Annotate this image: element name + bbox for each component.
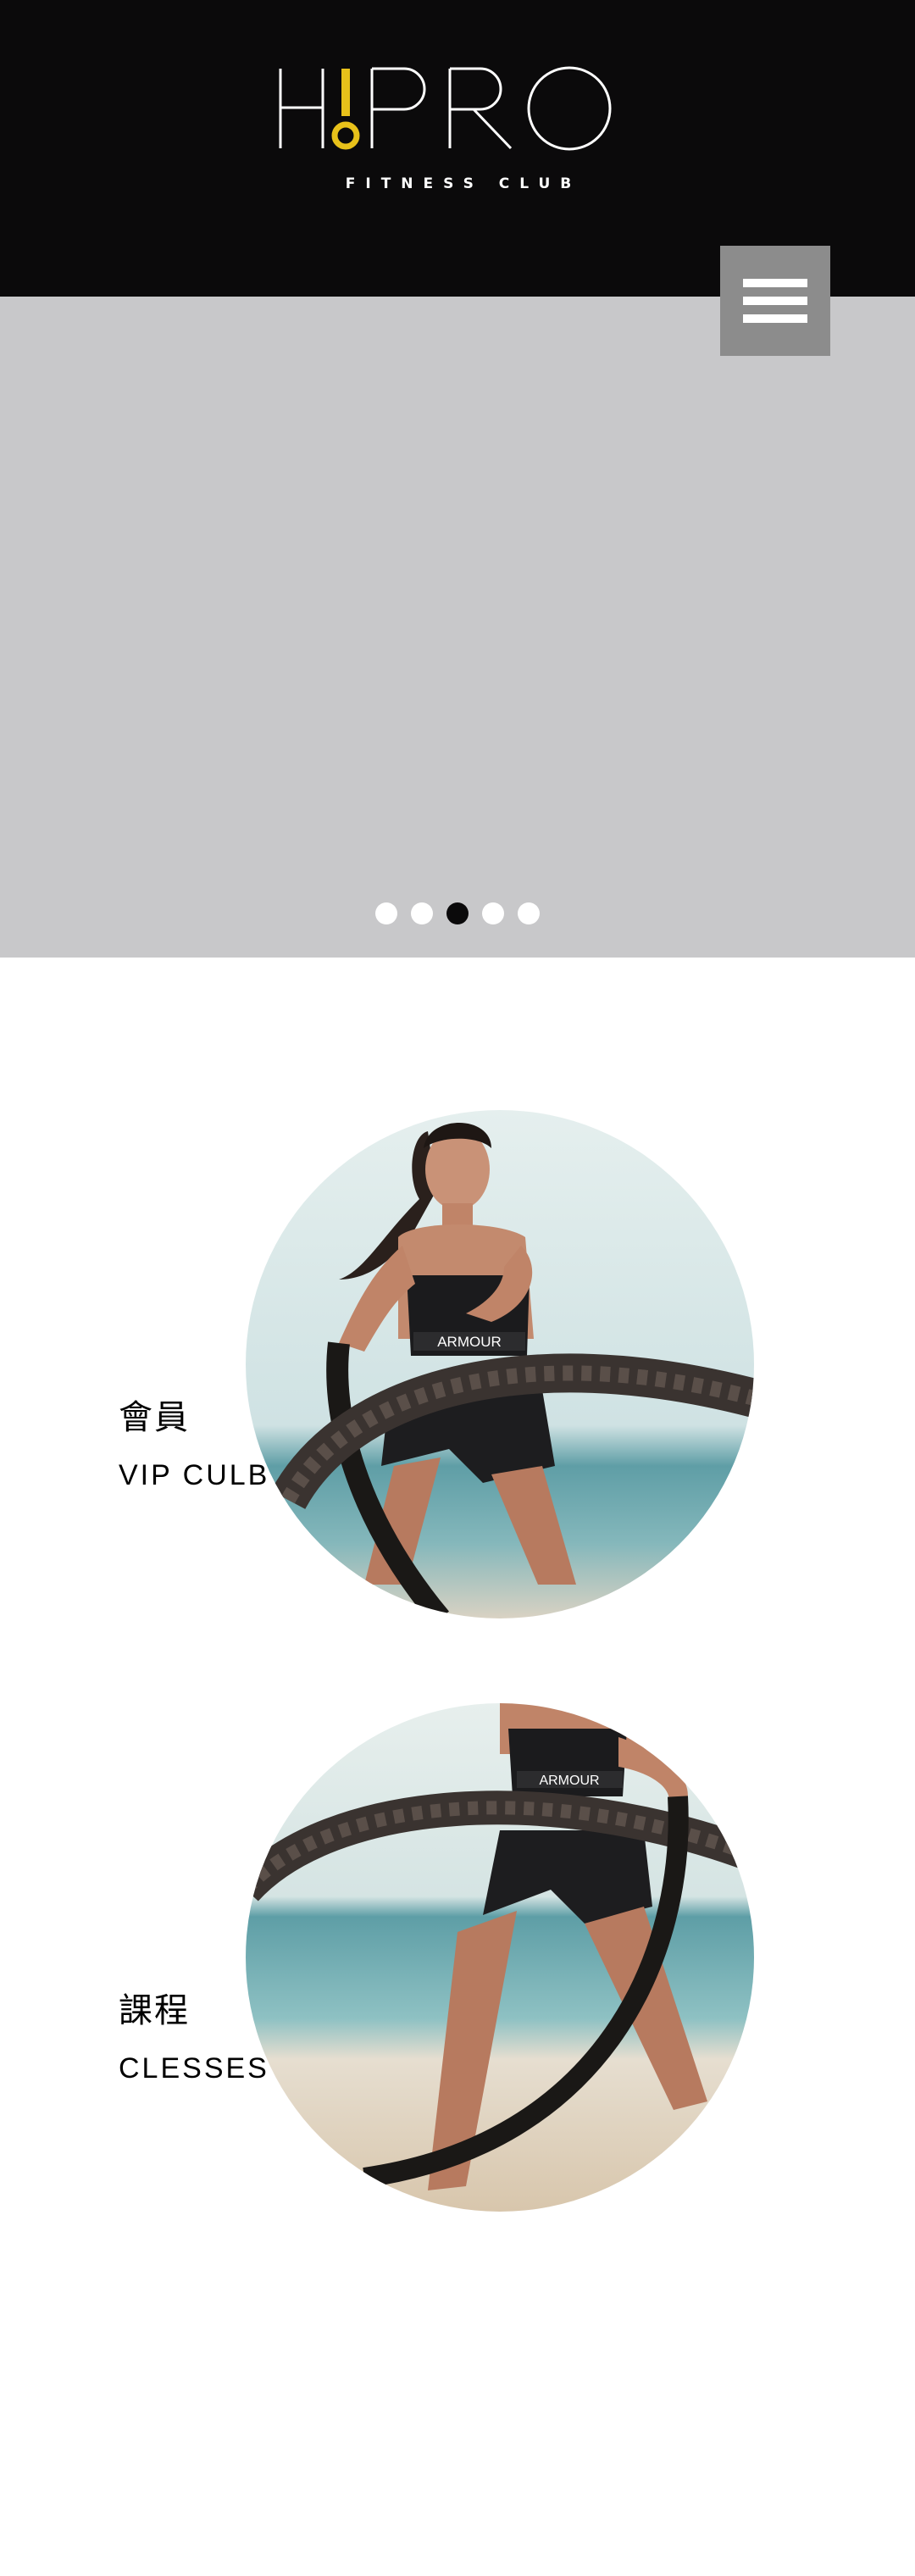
vip-club-photo[interactable]: ARMOUR	[246, 1110, 754, 1618]
page: FITNESS CLUB ARMOUR 會員 VIP CULB ARMOUR 課…	[0, 0, 915, 2576]
brand-tagline: FITNESS CLUB	[345, 175, 582, 192]
hero-carousel[interactable]	[0, 297, 915, 958]
carousel-dot-4[interactable]	[482, 902, 504, 924]
carousel-pagination	[0, 902, 915, 924]
classes-title-zh: 課程	[119, 1991, 190, 2030]
vip-club-title-zh: 會員	[119, 1398, 190, 1437]
brand-logo[interactable]: FITNESS CLUB	[277, 64, 640, 199]
carousel-dot-1[interactable]	[375, 902, 397, 924]
svg-text:ARMOUR: ARMOUR	[539, 1774, 599, 1788]
svg-text:ARMOUR: ARMOUR	[437, 1334, 502, 1350]
feature-classes[interactable]: ARMOUR 課程 CLESSES	[0, 1703, 915, 2212]
classes-title-en: CLESSES	[119, 2052, 269, 2085]
classes-photo[interactable]: ARMOUR	[246, 1703, 754, 2212]
vip-club-title-en: VIP CULB	[119, 1459, 270, 1491]
feature-vip-club[interactable]: ARMOUR 會員 VIP CULB	[0, 1110, 915, 1618]
carousel-dot-3-active[interactable]	[446, 902, 469, 924]
carousel-dot-5[interactable]	[518, 902, 540, 924]
logo-wordmark	[279, 66, 612, 151]
hamburger-menu-button[interactable]	[720, 246, 830, 356]
carousel-dot-2[interactable]	[411, 902, 433, 924]
